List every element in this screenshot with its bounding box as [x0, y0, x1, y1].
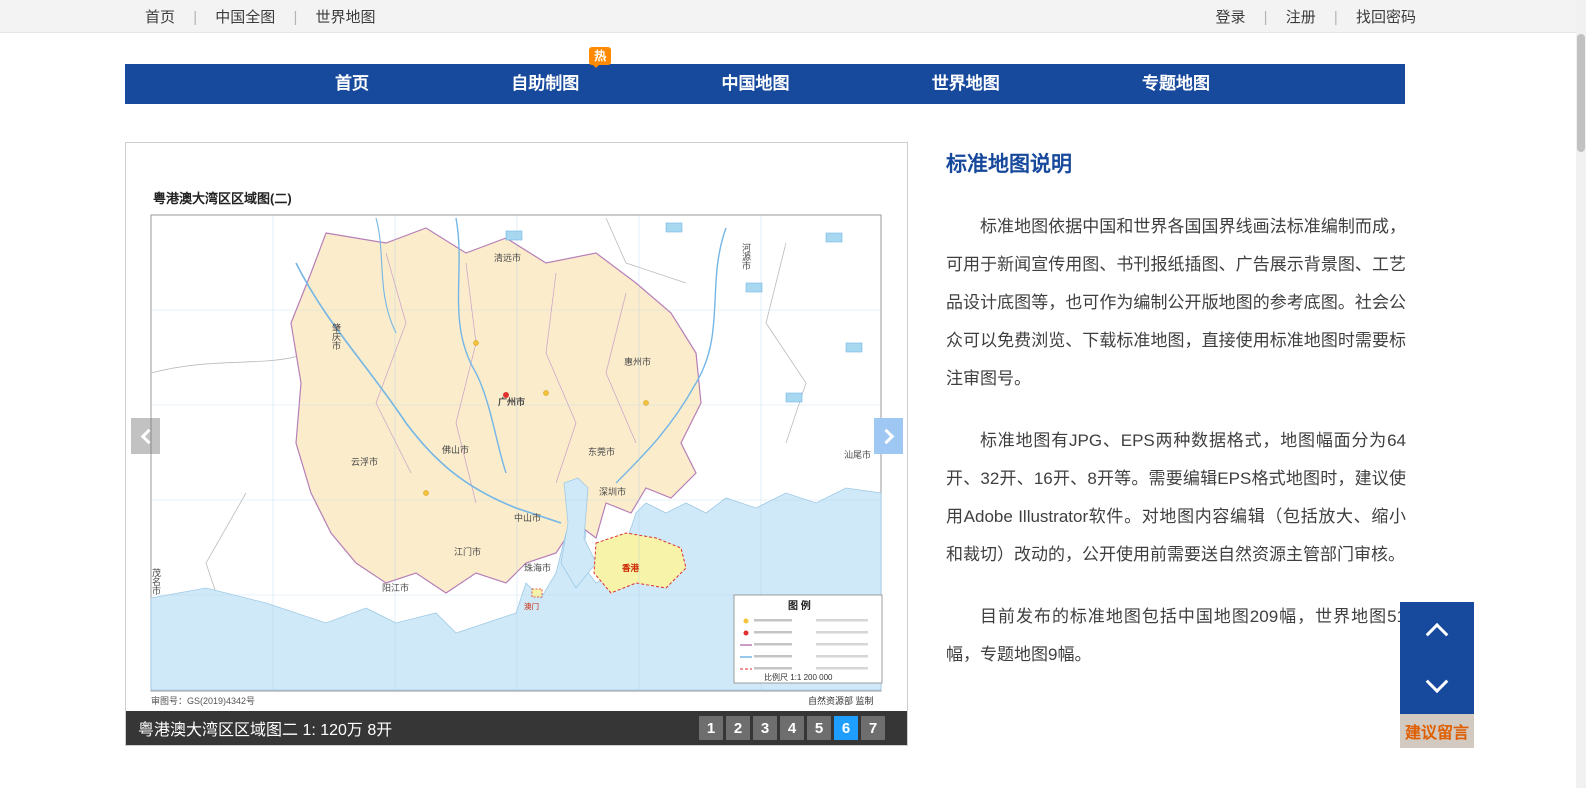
map-label: 澳门 — [524, 601, 539, 611]
chevron-left-icon — [140, 428, 156, 444]
topbar-right-links: 登录 | 注册 | 找回密码 — [1215, 6, 1416, 27]
separator: | — [1333, 8, 1338, 26]
map-caption: 粤港澳大湾区区域图二 1: 120万 8开 — [138, 722, 393, 739]
pagination: 1 2 3 4 5 6 7 — [699, 716, 885, 740]
article-paragraph: 标准地图有JPG、EPS两种数据格式，地图幅面分为64开、32开、16开、8开等… — [946, 431, 1406, 564]
page-button-7[interactable]: 7 — [861, 716, 885, 740]
map-label: 茂名市 — [151, 567, 161, 596]
hot-badge: 热 — [589, 47, 612, 68]
scrollbar-track[interactable] — [1576, 0, 1586, 788]
map-label: 珠海市 — [524, 562, 551, 573]
map-label: 云浮市 — [351, 456, 378, 467]
floating-panel: 建议留言 — [1400, 602, 1474, 748]
page-button-1[interactable]: 1 — [699, 716, 723, 740]
login-link[interactable]: 登录 — [1215, 9, 1245, 26]
separator: | — [1263, 8, 1268, 26]
topbar-link-world-map[interactable]: 世界地图 — [316, 9, 376, 26]
nav-world-maps[interactable]: 世界地图 — [932, 64, 1000, 104]
map-label: 阳江市 — [382, 582, 409, 593]
topbar-link-china-map[interactable]: 中国全图 — [215, 9, 275, 26]
map-label: 江门市 — [454, 546, 481, 557]
register-link[interactable]: 注册 — [1286, 9, 1316, 26]
prev-map-button[interactable] — [131, 418, 160, 454]
find-password-link[interactable]: 找回密码 — [1356, 9, 1416, 26]
map-label: 深圳市 — [599, 486, 626, 497]
map-label: 东莞市 — [588, 446, 615, 457]
next-map-button[interactable] — [874, 418, 903, 454]
map-scale: 比例尺 1:1 200 000 — [764, 672, 833, 682]
caption-bar: 粤港澳大湾区区域图二 1: 120万 8开 1 2 3 4 5 6 7 — [126, 711, 907, 745]
map-label: 惠州市 — [624, 356, 651, 367]
nav-thematic-maps[interactable]: 专题地图 — [1142, 64, 1210, 104]
map-label: 香港 — [621, 563, 640, 573]
chevron-right-icon — [878, 428, 894, 444]
page: 首页 | 中国全图 | 世界地图 登录 | 注册 | 找回密码 首页 自助制图 … — [0, 0, 1586, 788]
page-button-4[interactable]: 4 — [780, 716, 804, 740]
map-label: 清远市 — [494, 252, 521, 263]
topbar-link-home[interactable]: 首页 — [145, 9, 175, 26]
map-label: 佛山市 — [442, 444, 469, 455]
nav-home[interactable]: 首页 — [335, 64, 369, 104]
main-nav: 首页 自助制图 热 中国地图 世界地图 专题地图 — [125, 47, 1405, 104]
map-title: 粤港澳大湾区区域图(二) — [153, 191, 292, 206]
legend-title: 图 例 — [788, 599, 811, 612]
chevron-down-icon — [1425, 670, 1449, 694]
page-button-5[interactable]: 5 — [807, 716, 831, 740]
article-paragraph: 标准地图依据中国和世界各国国界线画法标准编制而成，可用于新闻宣传用图、书刊报纸插… — [946, 217, 1406, 388]
separator: | — [193, 8, 198, 26]
map-viewer: 粤港澳大湾区区域图(二) 清远市 河源市 肇庆市 惠州市 广州市 佛山市 东莞市… — [125, 142, 908, 746]
map-label: 汕尾市 — [844, 449, 871, 460]
map-label: 中山市 — [514, 512, 541, 523]
nav-self-mapping-label: 自助制图 — [511, 74, 580, 93]
page-button-3[interactable]: 3 — [753, 716, 777, 740]
map-approval-number: 审图号：GS(2019)4342号 — [151, 695, 255, 706]
suggestion-message-button[interactable]: 建议留言 — [1400, 714, 1474, 748]
nav-china-maps[interactable]: 中国地图 — [722, 64, 790, 104]
topbar-left-links: 首页 | 中国全图 | 世界地图 — [145, 6, 376, 27]
map-image: 粤港澳大湾区区域图(二) 清远市 河源市 肇庆市 惠州市 广州市 佛山市 东莞市… — [126, 143, 907, 711]
scrollbar-thumb[interactable] — [1577, 34, 1585, 152]
article-paragraph: 目前发布的标准地图包括中国地图209幅，世界地图51幅，专题地图9幅。 — [946, 607, 1406, 664]
scroll-up-button[interactable] — [1400, 602, 1474, 658]
map-producer: 自然资源部 监制 — [808, 695, 874, 706]
article-title: 标准地图说明 — [946, 153, 1072, 176]
scroll-down-button[interactable] — [1400, 658, 1474, 714]
nav-self-mapping[interactable]: 自助制图 热 — [511, 47, 612, 104]
map-label: 广州市 — [498, 396, 525, 407]
description-panel: 标准地图说明 标准地图依据中国和世界各国国界线画法标准编制而成，可用于新闻宣传用… — [946, 148, 1406, 698]
map-label: 肇庆市 — [331, 322, 341, 351]
page-button-6-active[interactable]: 6 — [834, 716, 858, 740]
map-label: 河源市 — [741, 242, 751, 271]
page-button-2[interactable]: 2 — [726, 716, 750, 740]
topbar: 首页 | 中国全图 | 世界地图 登录 | 注册 | 找回密码 — [0, 0, 1586, 33]
chevron-up-icon — [1425, 622, 1449, 646]
separator: | — [293, 8, 298, 26]
map-legend: 图 例 比例尺 1:1 200 000 — [733, 594, 883, 684]
